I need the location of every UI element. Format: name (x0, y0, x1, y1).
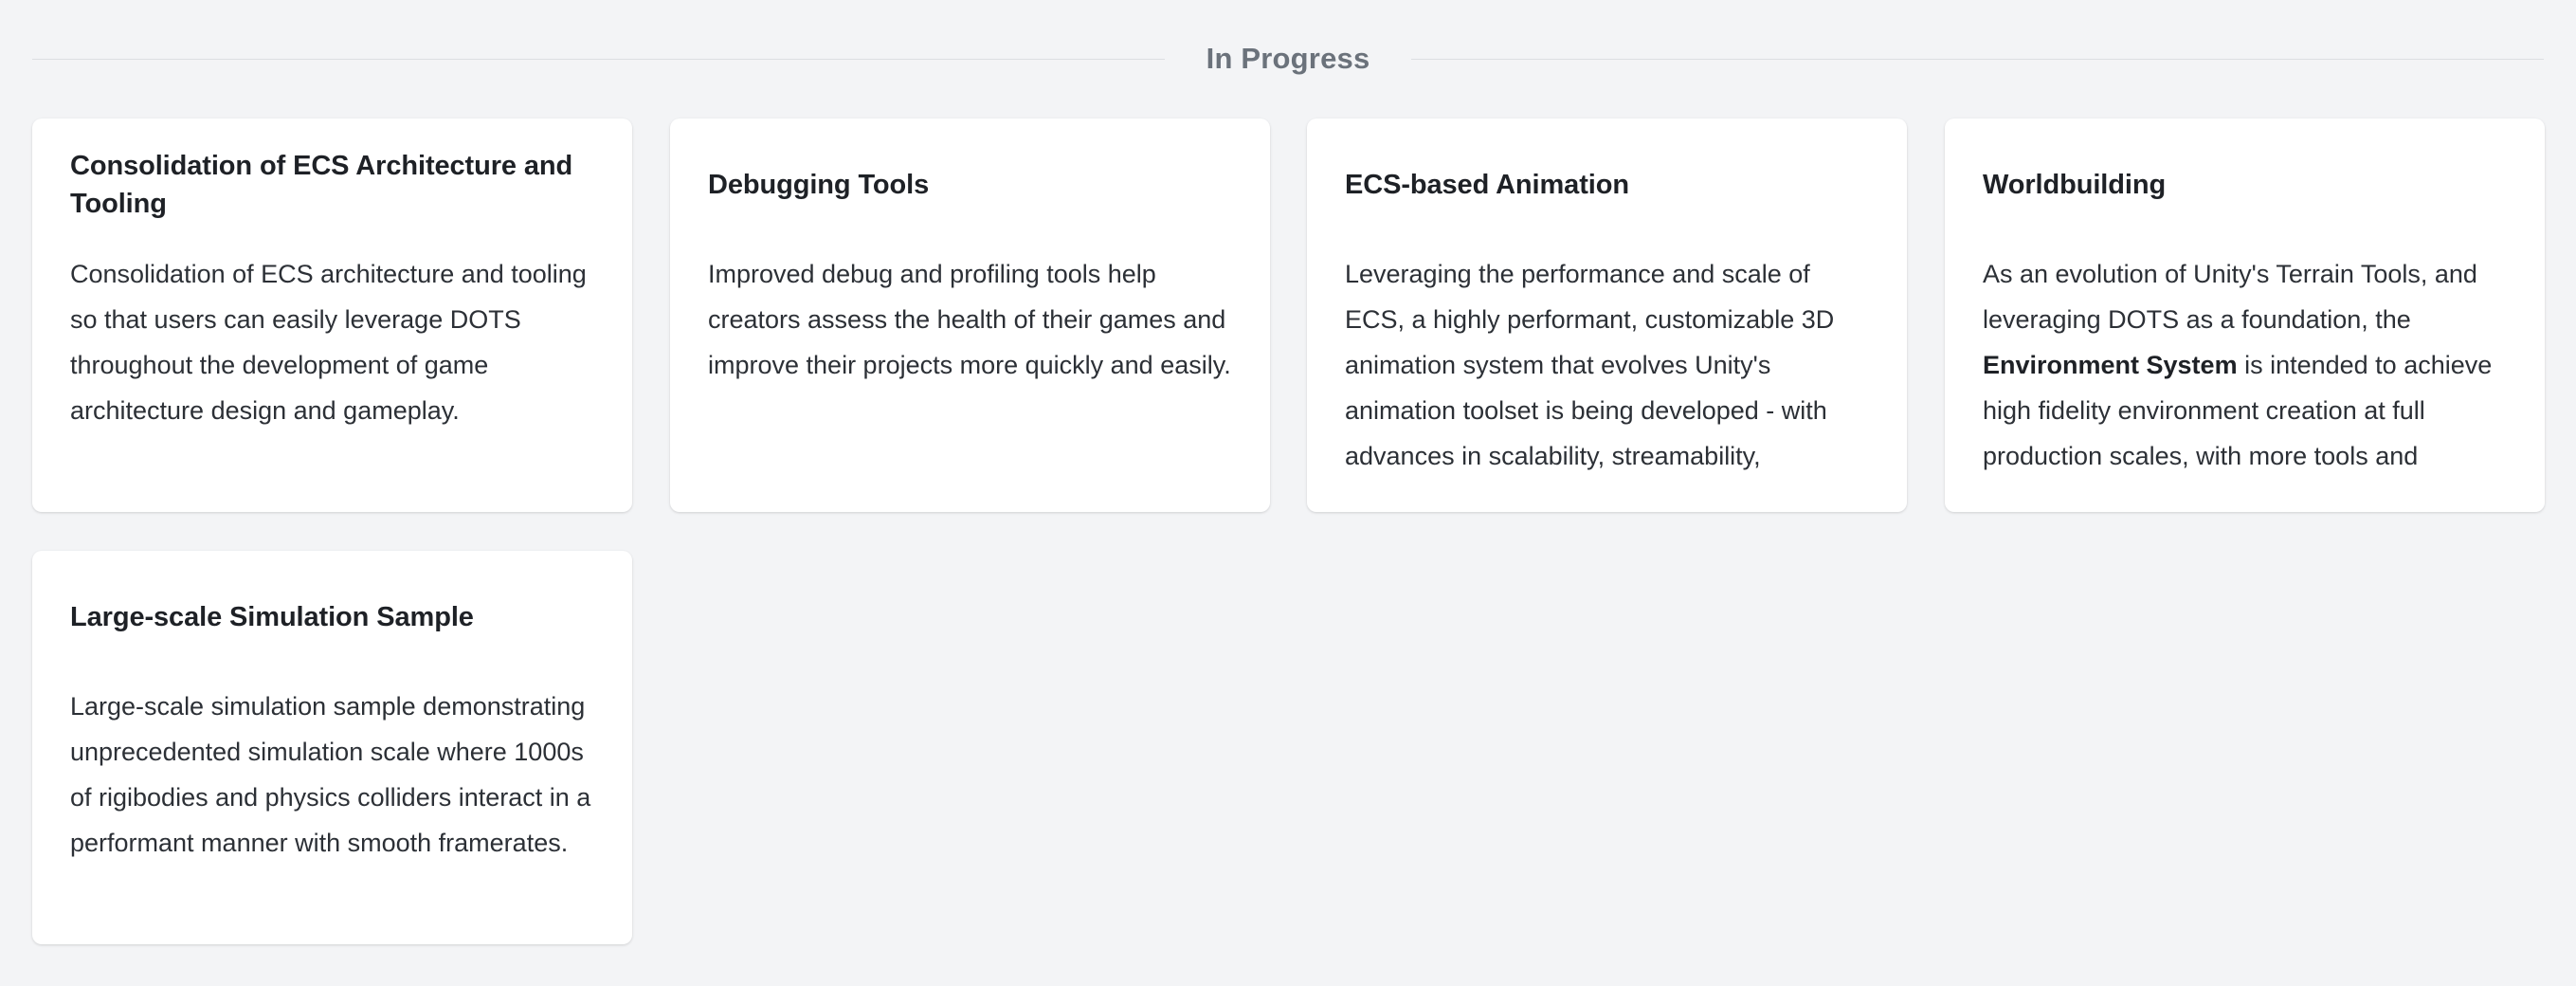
card-description: As an evolution of Unity's Terrain Tools… (1983, 251, 2507, 479)
card-title: ECS-based Animation (1345, 170, 1629, 200)
divider-left (32, 58, 1165, 60)
roadmap-card-worldbuilding[interactable]: Worldbuilding As an evolution of Unity's… (1945, 119, 2545, 512)
card-title: Worldbuilding (1983, 170, 2167, 200)
card-description: Large-scale simulation sample demonstrat… (70, 692, 591, 857)
roadmap-card-large-scale-simulation[interactable]: Large-scale Simulation Sample Large-scal… (32, 551, 632, 944)
roadmap-card-debugging-tools[interactable]: Debugging Tools Improved debug and profi… (670, 119, 1270, 512)
card-title: Debugging Tools (708, 170, 930, 200)
card-description: Leveraging the performance and scale of … (1345, 260, 1835, 470)
card-title: Large-scale Simulation Sample (70, 602, 474, 632)
card-title: Consolidation of ECS Architecture and To… (70, 151, 573, 219)
card-description: Consolidation of ECS architecture and to… (70, 260, 587, 425)
card-description-part: As an evolution of Unity's Terrain Tools… (1983, 260, 2477, 334)
section-header: In Progress (32, 32, 2545, 85)
card-description-highlight: Environment System (1983, 351, 2238, 379)
section-title: In Progress (1206, 42, 1370, 75)
divider-right (1411, 58, 2545, 60)
card-description: Improved debug and profiling tools help … (708, 260, 1231, 379)
roadmap-card-ecs-architecture[interactable]: Consolidation of ECS Architecture and To… (32, 119, 632, 512)
roadmap-card-ecs-animation[interactable]: ECS-based Animation Leveraging the perfo… (1307, 119, 1907, 512)
